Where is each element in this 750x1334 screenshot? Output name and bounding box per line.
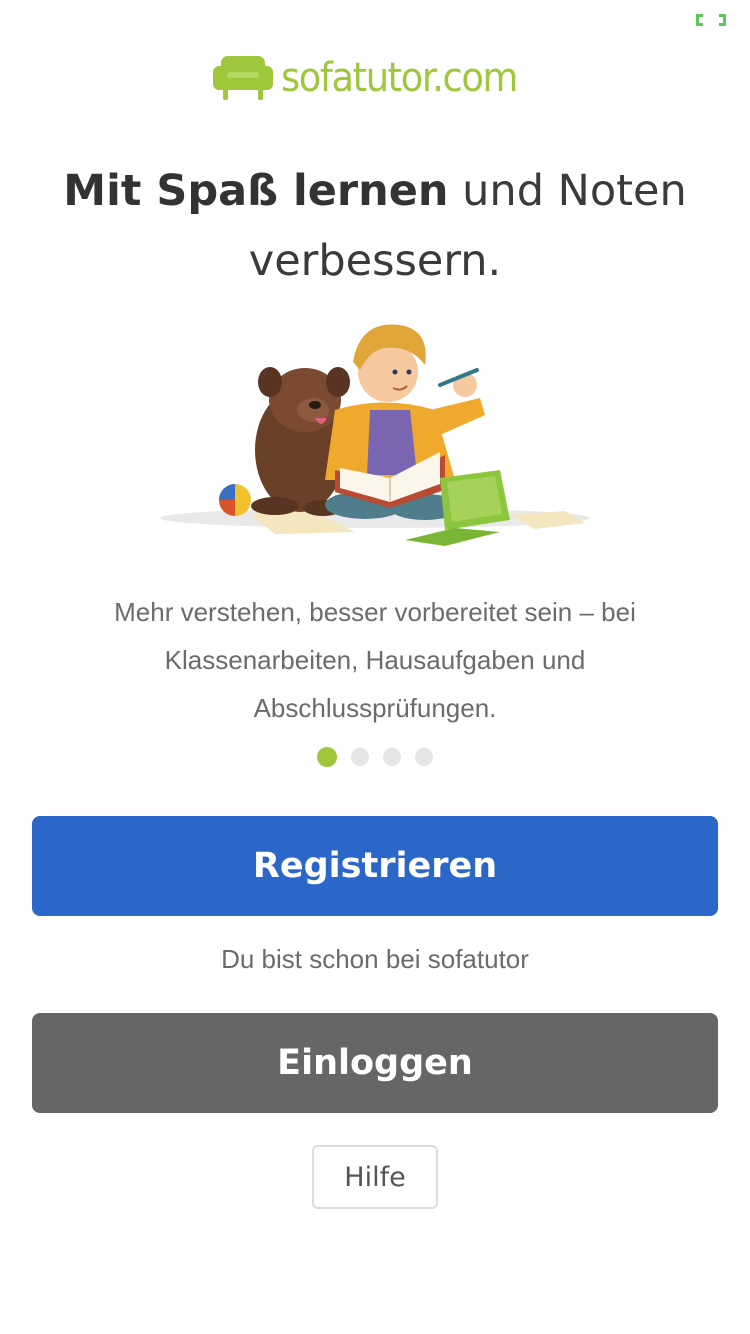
brand-name: sofatutor.com bbox=[280, 55, 518, 101]
page-indicator bbox=[0, 747, 750, 767]
brand-logo: sofatutor.com bbox=[0, 52, 750, 104]
page-dot-3[interactable] bbox=[383, 748, 401, 766]
register-button[interactable]: Registrieren bbox=[32, 816, 718, 916]
help-button[interactable]: Hilfe bbox=[312, 1145, 438, 1209]
already-member-text: Du bist schon bei sofatutor bbox=[221, 944, 529, 974]
headline-bold: Mit Spaß lernen bbox=[63, 166, 449, 216]
intro-description: Mehr verstehen, besser vorbereitet sein … bbox=[114, 597, 636, 723]
onboarding-screen: sofatutor.com Mit Spaß lernen und Noten … bbox=[0, 0, 750, 1334]
boy-with-dog-illustration bbox=[160, 324, 590, 546]
page-dot-4[interactable] bbox=[415, 748, 433, 766]
login-button[interactable]: Einloggen bbox=[32, 1013, 718, 1113]
expand-icon[interactable] bbox=[694, 12, 728, 28]
page-dot-1[interactable] bbox=[317, 747, 337, 767]
sofa-icon bbox=[212, 56, 273, 100]
page-dot-2[interactable] bbox=[351, 748, 369, 766]
page-title: Mit Spaß lernen und Noten verbessern. bbox=[40, 156, 710, 296]
